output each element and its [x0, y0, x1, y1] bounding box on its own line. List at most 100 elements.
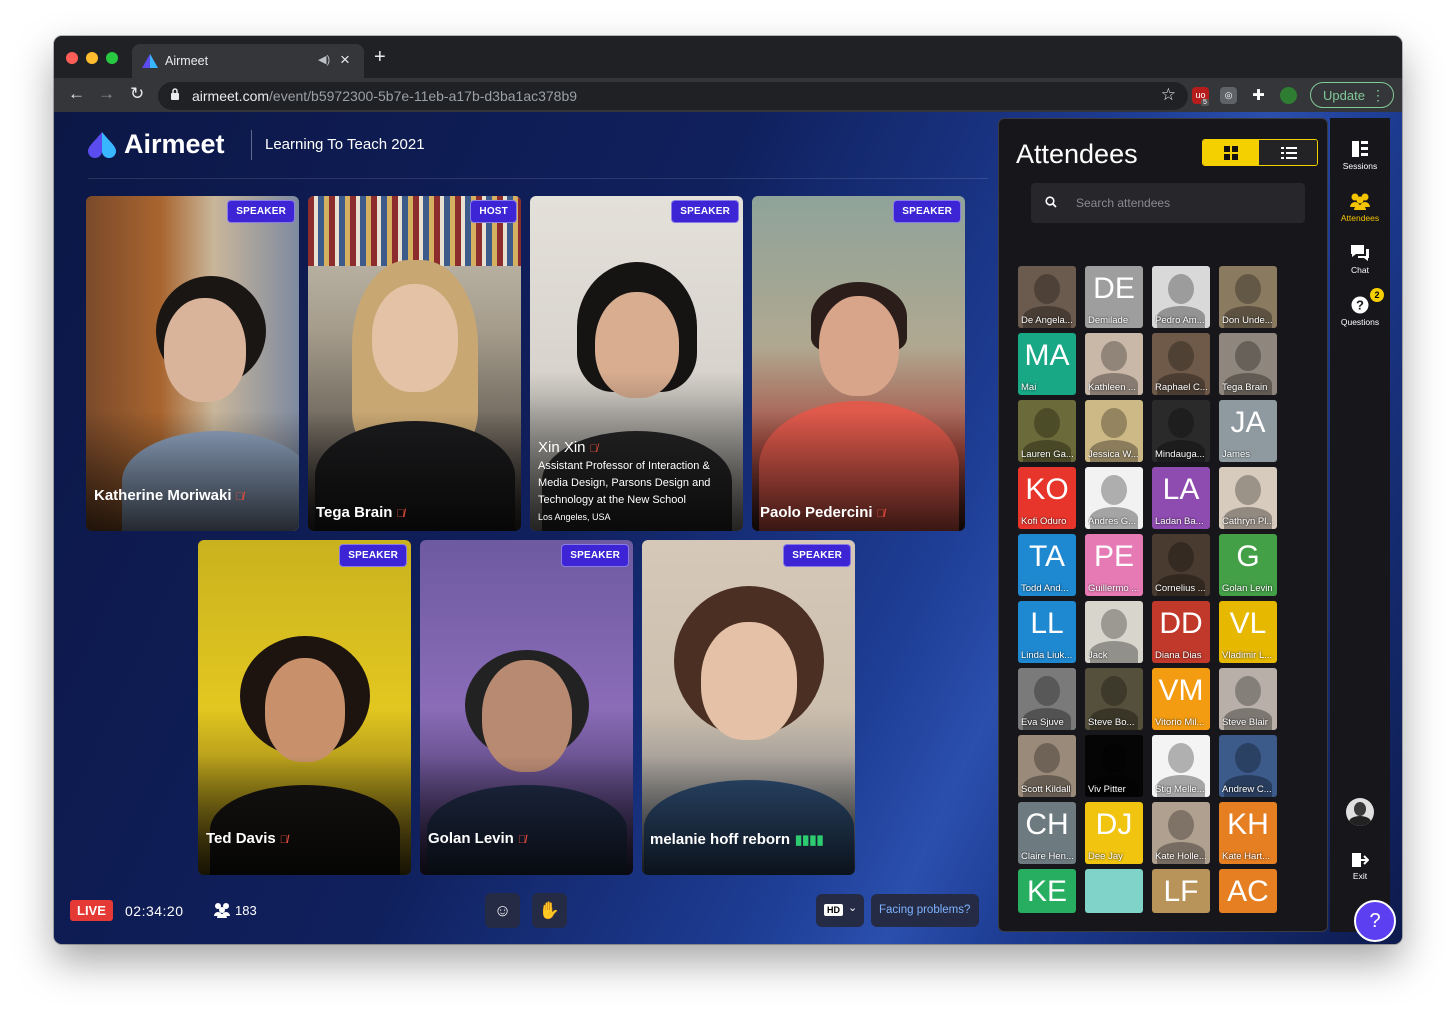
participant-name: melanie hoff reborn ▮▮▮▮ — [650, 831, 824, 848]
attendee-name: Steve Bo... — [1088, 717, 1135, 728]
attendee-card[interactable]: DD Diana Dias — [1152, 601, 1210, 663]
attendee-card[interactable]: Viv Pitter — [1085, 735, 1143, 797]
attendee-name: Golan Levin — [1222, 583, 1273, 594]
attendee-search-input[interactable]: Search attendees — [1031, 183, 1305, 223]
attendee-card[interactable]: VM Vitorio Mil... — [1152, 668, 1210, 730]
attendee-card[interactable]: PE Guillermo ... — [1085, 534, 1143, 596]
attendee-card[interactable]: Raphael C... — [1152, 333, 1210, 395]
attendee-name: Linda Liuk... — [1021, 650, 1073, 661]
attendee-card[interactable]: LF — [1152, 869, 1210, 913]
attendee-card[interactable]: KE — [1018, 869, 1076, 913]
attendee-card[interactable]: TA Todd And... — [1018, 534, 1076, 596]
profile-avatar[interactable] — [1280, 87, 1297, 104]
attendee-card[interactable]: Stig Melle... — [1152, 735, 1210, 797]
attendee-card[interactable]: Kate Holle... — [1152, 802, 1210, 864]
role-badge: SPEAKER — [671, 200, 739, 223]
attendee-count[interactable]: 183 — [212, 902, 257, 918]
attendee-name: Claire Hen... — [1021, 851, 1074, 862]
video-tile[interactable]: SPEAKER Paolo Pedercini 🎙̸ — [752, 196, 965, 531]
attendee-card[interactable]: VL Vladimir L... — [1219, 601, 1277, 663]
attendee-card[interactable]: Andrew C... — [1219, 735, 1277, 797]
attendee-card[interactable]: DE Demilade — [1085, 266, 1143, 328]
url-text: airmeet.com/event/b5972300-5b7e-11eb-a17… — [192, 88, 577, 104]
participant-name: Paolo Pedercini 🎙̸ — [760, 504, 885, 521]
attendee-card[interactable]: MA Mai — [1018, 333, 1076, 395]
quality-selector[interactable]: HD ⌄ — [816, 894, 864, 927]
mic-muted-icon: 🎙̸ — [279, 834, 288, 846]
help-button[interactable]: ? — [1354, 900, 1396, 942]
attendee-card[interactable]: Steve Blair — [1219, 668, 1277, 730]
view-toggle — [1202, 139, 1318, 166]
minimize-window-button[interactable] — [86, 52, 98, 64]
attendee-card[interactable]: AC — [1219, 869, 1277, 913]
tab-audio-icon[interactable]: ◀) — [318, 53, 330, 66]
attendee-card[interactable]: Scott Kildall — [1018, 735, 1076, 797]
extension-badge: 5 — [1201, 99, 1209, 106]
attendee-card[interactable]: LA Ladan Ba... — [1152, 467, 1210, 529]
role-badge: SPEAKER — [561, 544, 629, 567]
new-tab-button[interactable]: + — [374, 46, 386, 69]
attendee-name: Jack — [1088, 650, 1108, 661]
bookmark-star-icon[interactable]: ☆ — [1161, 85, 1176, 105]
back-arrow-icon[interactable]: ← — [68, 84, 85, 104]
video-tile[interactable]: SPEAKER melanie hoff reborn ▮▮▮▮ — [642, 540, 855, 875]
attendee-card[interactable]: KO Kofi Oduro — [1018, 467, 1076, 529]
close-window-button[interactable] — [66, 52, 78, 64]
url-host: airmeet.com — [192, 88, 270, 104]
list-view-button[interactable] — [1259, 140, 1317, 165]
attendee-card[interactable] — [1085, 869, 1143, 913]
attendee-card[interactable]: Jack — [1085, 601, 1143, 663]
panel-title: Attendees — [1016, 139, 1138, 169]
video-tile[interactable]: SPEAKER Xin Xin 🎙̸ Assistant Professor of… — [530, 196, 743, 531]
attendee-card[interactable]: Don Unde... — [1219, 266, 1277, 328]
attendee-card[interactable]: Eva Sjuve — [1018, 668, 1076, 730]
attendee-name: De Angela... — [1021, 315, 1073, 326]
participant-location: Los Angeles, USA — [538, 512, 611, 522]
attendee-card[interactable]: Cathryn Pl... — [1219, 467, 1277, 529]
attendee-card[interactable]: KH Kate Hart... — [1219, 802, 1277, 864]
attendee-card[interactable]: CH Claire Hen... — [1018, 802, 1076, 864]
attendees-nav[interactable]: Attendees — [1330, 192, 1390, 223]
attendee-card[interactable]: Steve Bo... — [1085, 668, 1143, 730]
attendee-card[interactable]: Kathleen ... — [1085, 333, 1143, 395]
user-avatar[interactable] — [1346, 798, 1374, 826]
extension-icon[interactable]: ◎ — [1220, 87, 1237, 104]
attendee-card[interactable]: LL Linda Liuk... — [1018, 601, 1076, 663]
raise-hand-button[interactable]: ✋ — [532, 893, 567, 928]
attendee-card[interactable]: Cornelius ... — [1152, 534, 1210, 596]
chat-nav[interactable]: Chat — [1330, 244, 1390, 275]
attendee-card[interactable]: JA James — [1219, 400, 1277, 462]
attendee-card[interactable]: G Golan Levin — [1219, 534, 1277, 596]
attendee-card[interactable]: Andres G... — [1085, 467, 1143, 529]
grid-view-button[interactable] — [1203, 140, 1259, 165]
attendee-card[interactable]: DJ Dee Jay — [1085, 802, 1143, 864]
browser-tab[interactable]: Airmeet ◀) × — [132, 44, 364, 78]
maximize-window-button[interactable] — [106, 52, 118, 64]
attendee-name: Scott Kildall — [1021, 784, 1071, 795]
tab-close-icon[interactable]: × — [340, 50, 350, 70]
puzzle-extensions-icon[interactable]: ✚ — [1250, 87, 1267, 104]
exit-button[interactable]: Exit — [1330, 852, 1390, 881]
video-tile[interactable]: HOST Tega Brain 🎙̸ — [308, 196, 521, 531]
attendee-card[interactable]: Jessica W... — [1085, 400, 1143, 462]
attendee-card[interactable]: Pedro Am... — [1152, 266, 1210, 328]
video-tile[interactable]: SPEAKER Golan Levin 🎙̸ — [420, 540, 633, 875]
attendee-card[interactable]: Mindauga... — [1152, 400, 1210, 462]
reload-icon[interactable]: ↻ — [130, 84, 144, 104]
mic-muted-icon: 🎙̸ — [396, 508, 405, 520]
video-tile[interactable]: SPEAKER Katherine Moriwaki 🎙̸ — [86, 196, 299, 531]
event-title: Learning To Teach 2021 — [265, 136, 425, 153]
attendee-card[interactable]: De Angela... — [1018, 266, 1076, 328]
kebab-menu-icon[interactable]: ⋮ — [1371, 87, 1385, 104]
emoji-reaction-button[interactable]: ☺ — [485, 893, 520, 928]
video-tile[interactable]: SPEAKER Ted Davis 🎙̸ — [198, 540, 411, 875]
attendee-initials: VM — [1158, 674, 1204, 707]
participant-name: Xin Xin 🎙̸ — [538, 439, 598, 456]
attendee-card[interactable]: Lauren Ga... — [1018, 400, 1076, 462]
update-button[interactable]: Update ⋮ — [1310, 82, 1394, 108]
url-field[interactable]: airmeet.com/event/b5972300-5b7e-11eb-a17… — [158, 82, 1188, 110]
attendee-card[interactable]: Tega Brain — [1219, 333, 1277, 395]
facing-problems-button[interactable]: Facing problems? — [871, 894, 979, 927]
sessions-nav[interactable]: Sessions — [1330, 140, 1390, 171]
forward-arrow-icon[interactable]: → — [98, 84, 115, 104]
